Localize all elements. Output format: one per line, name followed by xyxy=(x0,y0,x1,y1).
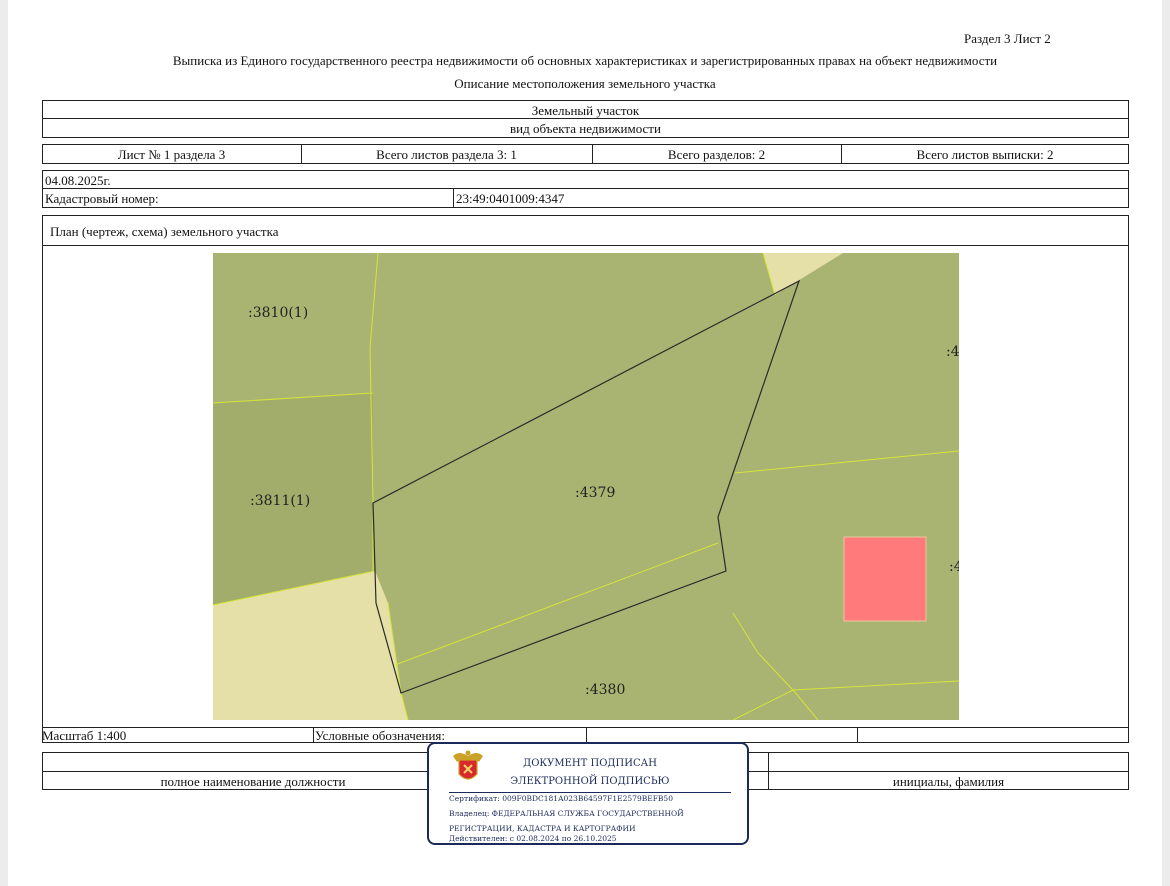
section-sheet-label: Раздел 3 Лист 2 xyxy=(964,31,1051,46)
divider xyxy=(313,727,314,743)
scale-label: Масштаб 1:400 xyxy=(42,728,127,743)
cadastral-number-label: Кадастровый номер: xyxy=(45,191,159,206)
label-3810: :3810(1) xyxy=(248,305,308,321)
divider xyxy=(453,188,454,208)
divider xyxy=(586,727,587,743)
position-label: полное наименование должности xyxy=(160,774,346,789)
cadastral-map: :3810(1) :3811(1) :4379 :4380 :4 :4 xyxy=(213,253,959,720)
stamp-divider xyxy=(449,792,731,793)
stamp-owner-2: РЕГИСТРАЦИИ, КАДАСТРА И КАРТОГРАФИИ xyxy=(449,824,636,833)
stamp-owner-1: Владелец: ФЕДЕРАЛЬНАЯ СЛУЖБА ГОСУДАРСТВЕ… xyxy=(449,809,684,818)
highlighted-parcel xyxy=(843,536,927,622)
sheet-of-section: Лист № 1 раздела 3 xyxy=(117,147,226,162)
plan-title: План (чертеж, схема) земельного участка xyxy=(50,224,279,239)
stamp-line-1: ДОКУМЕНТ ПОДПИСАН xyxy=(523,758,657,769)
total-extract-sheets: Всего листов выписки: 2 xyxy=(916,147,1054,162)
extract-date: 04.08.2025г. xyxy=(45,173,111,188)
divider xyxy=(42,188,1129,189)
object-type-label: вид объекта недвижимости xyxy=(510,121,661,136)
total-section-sheets: Всего листов раздела 3: 1 xyxy=(376,147,517,162)
label-3811: :3811(1) xyxy=(250,493,310,509)
legend-label: Условные обозначения: xyxy=(315,728,446,743)
stamp-certificate: Сертификат: 009F0BDC181A023B64597F1E2579… xyxy=(449,794,673,803)
label-4379: :4379 xyxy=(575,485,615,501)
total-sections: Всего разделов: 2 xyxy=(667,147,766,162)
e-signature-stamp: ДОКУМЕНТ ПОДПИСАН ЭЛЕКТРОННОЙ ПОДПИСЬЮ С… xyxy=(427,742,749,845)
stamp-line-2: ЭЛЕКТРОННОЙ ПОДПИСЬЮ xyxy=(510,776,670,787)
document-subtitle: Описание местоположения земельного участ… xyxy=(454,76,716,91)
label-4380: :4380 xyxy=(585,682,625,698)
divider xyxy=(42,245,1129,246)
cadastral-number-value: 23:49:0401009:4347 xyxy=(456,191,565,206)
object-type-value: Земельный участок xyxy=(531,103,640,118)
document-title: Выписка из Единого государственного реес… xyxy=(172,53,998,68)
initials-label: инициалы, фамилия xyxy=(892,774,1005,789)
label-edge-1: :4 xyxy=(946,344,959,360)
stamp-validity: Действителен: с 02.08.2024 по 26.10.2025 xyxy=(449,834,617,843)
info-table xyxy=(42,170,1129,208)
divider xyxy=(857,727,858,743)
label-edge-2: :4 xyxy=(949,559,959,575)
